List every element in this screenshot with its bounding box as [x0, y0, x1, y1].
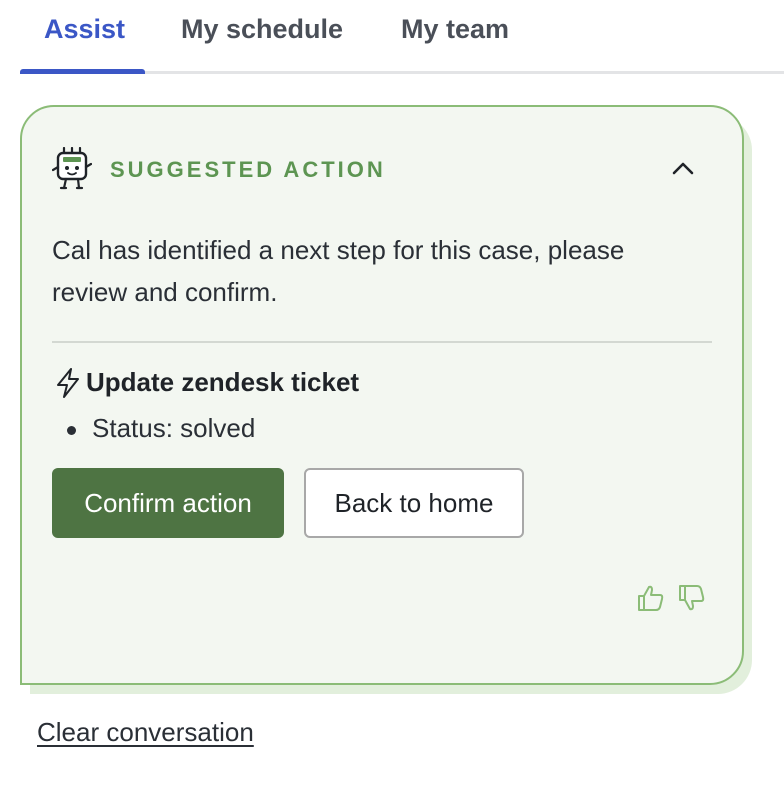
tab-my-schedule[interactable]: My schedule — [181, 14, 343, 45]
thumbs-down-icon[interactable] — [677, 583, 707, 613]
card-header: SUGGESTED ACTION — [52, 145, 694, 191]
suggested-action-card: SUGGESTED ACTION Cal has identified a ne… — [20, 105, 744, 685]
tab-bar: Assist My schedule My team — [20, 0, 784, 74]
clear-conversation-link[interactable]: Clear conversation — [37, 717, 254, 748]
action-title: Update zendesk ticket — [86, 367, 360, 397]
tab-my-team[interactable]: My team — [401, 14, 509, 45]
assist-panel: Assist My schedule My team SUGGESTED ACT… — [0, 0, 784, 790]
back-to-home-button[interactable]: Back to home — [304, 468, 524, 538]
list-item: Status: solved — [52, 413, 652, 449]
robot-icon — [52, 147, 92, 190]
action-details: Status: solved — [52, 413, 652, 449]
active-tab-indicator — [20, 69, 145, 74]
action-title-row: Update zendesk ticket — [54, 365, 654, 399]
lightning-icon — [57, 368, 79, 398]
thumbs-up-icon[interactable] — [636, 583, 666, 613]
card-title: SUGGESTED ACTION — [110, 157, 386, 182]
card-description: Cal has identified a next step for this … — [52, 235, 625, 307]
divider — [52, 341, 712, 343]
tab-assist[interactable]: Assist — [44, 14, 125, 45]
detail-status: Status: solved — [92, 413, 256, 443]
bullet — [67, 426, 76, 435]
confirm-action-button[interactable]: Confirm action — [52, 468, 284, 538]
chevron-up-icon[interactable] — [668, 155, 698, 181]
